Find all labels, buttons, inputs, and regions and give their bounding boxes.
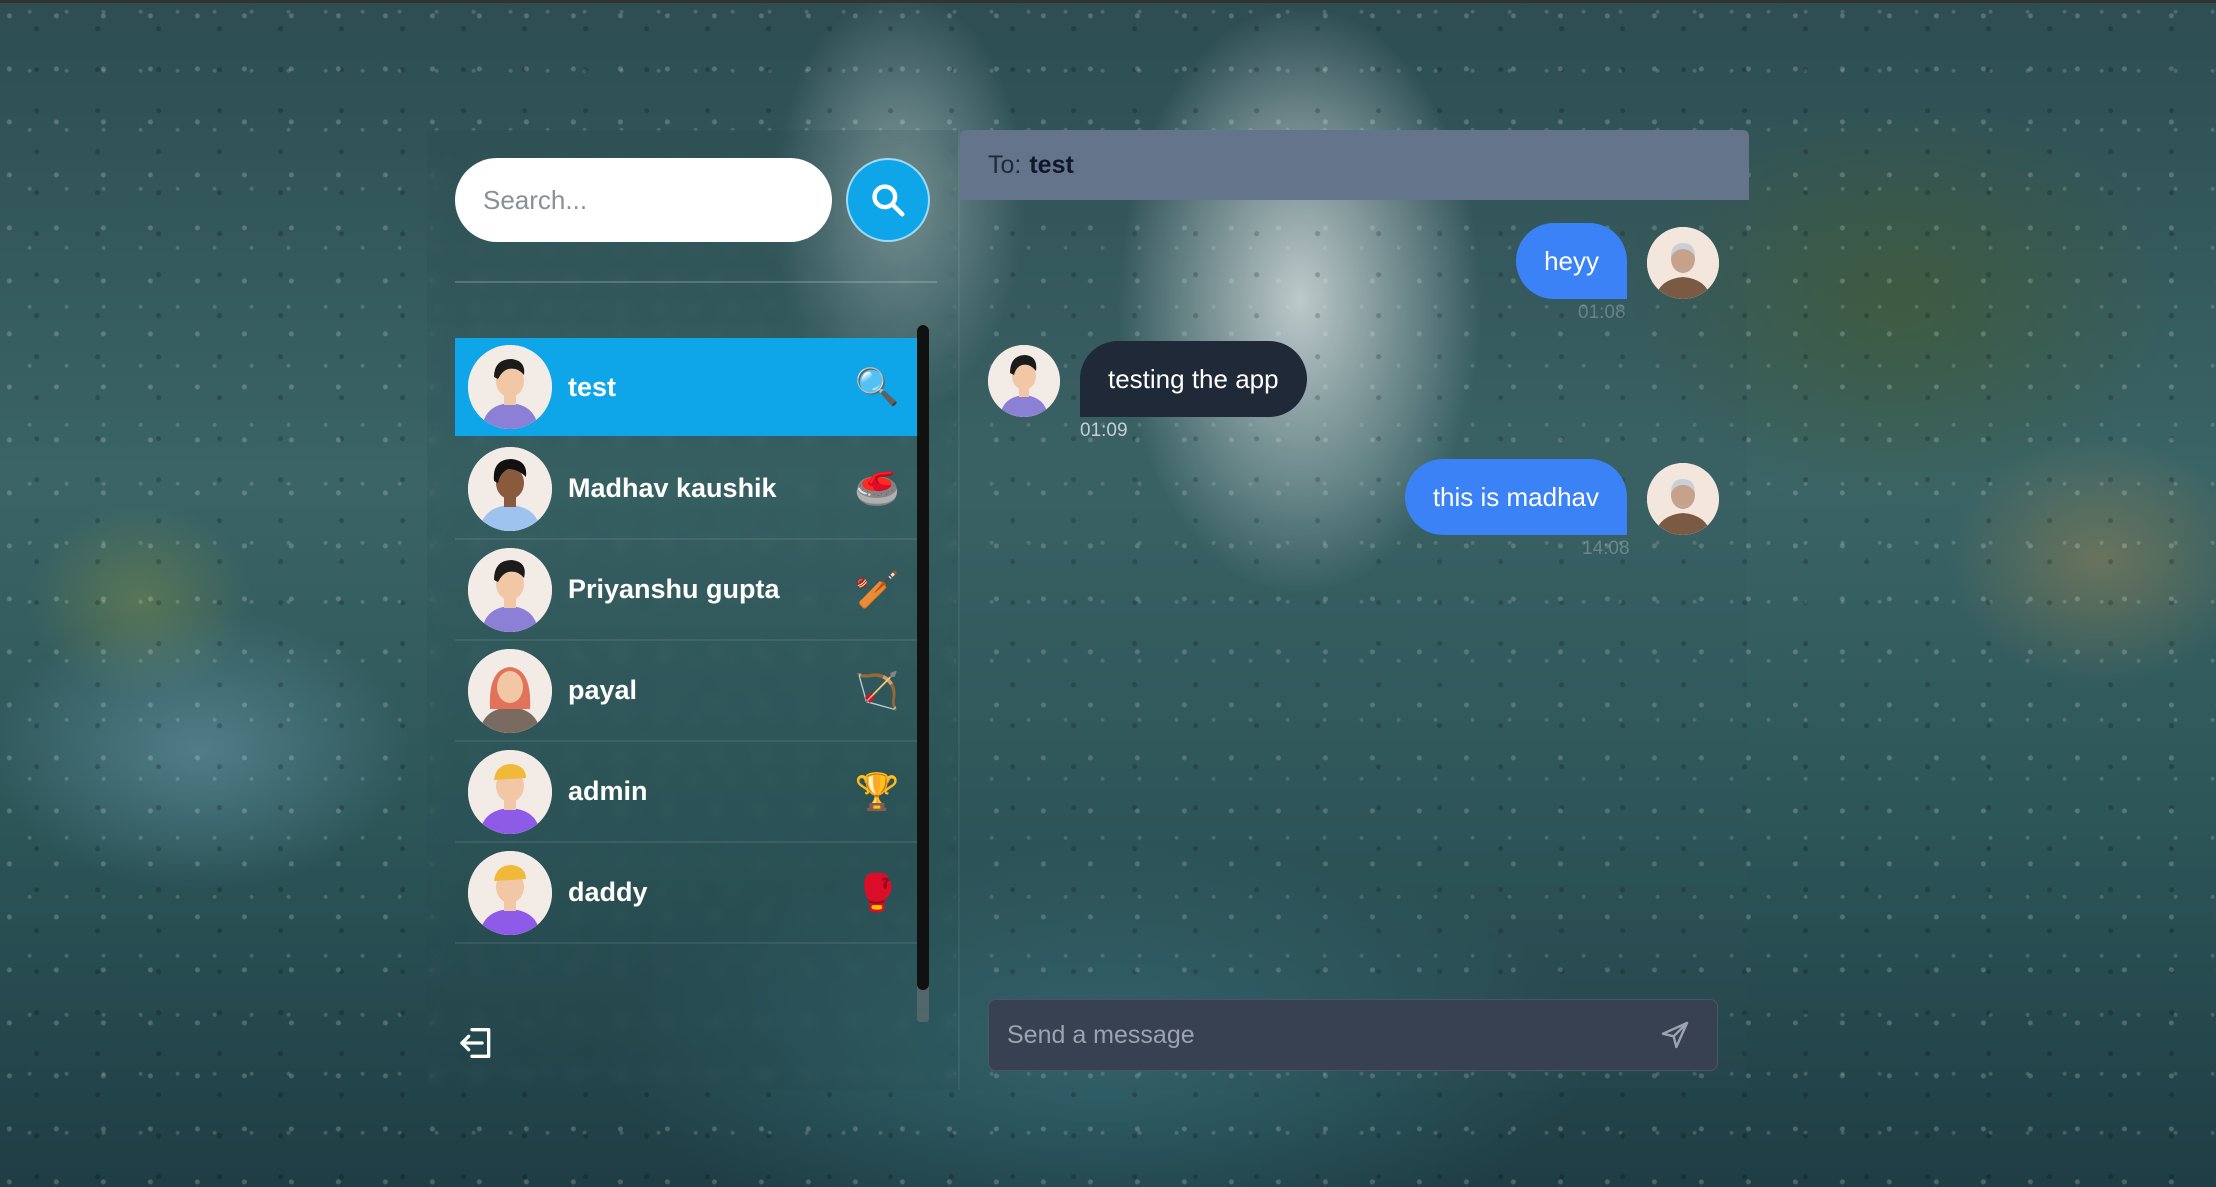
contact-emoji-icon: 🏹 [854,670,900,712]
contact-name: admin [568,776,648,806]
message-composer [988,999,1718,1071]
avatar [468,345,552,429]
contact-item[interactable]: test 🔍 [455,338,917,436]
contact-emoji-icon: 🏏 [854,569,900,611]
contact-item[interactable]: Priyanshu gupta 🏏 [455,540,917,641]
contact-emoji-icon: 🥊 [854,872,900,914]
message-bubble: heyy [1516,223,1627,299]
search-input[interactable] [455,158,832,242]
sidebar: test 🔍 Madhav kaushik 🥌 [427,130,958,1090]
message-incoming: testing the app [988,341,1307,417]
search-bar [455,158,930,242]
sidebar-divider [455,281,937,283]
avatar [1647,227,1719,299]
search-button[interactable] [846,158,930,242]
contact-name: payal [568,675,638,705]
message-input[interactable] [989,1000,1645,1070]
window-top-border [0,0,2216,3]
message-bubble: testing the app [1080,341,1307,417]
message-time: 01:09 [1080,420,1128,441]
chat-panel: To: test heyy 01:08 testing the app 01:0… [958,130,1749,1090]
contact-item[interactable]: admin 🏆 [455,742,917,843]
chat-app: test 🔍 Madhav kaushik 🥌 [427,130,1749,1090]
avatar [468,648,552,733]
avatar [468,749,552,834]
contact-name: Priyanshu gupta [568,574,780,604]
contact-item[interactable]: daddy 🥊 [455,843,917,944]
avatar [1647,463,1719,535]
scrollbar-thumb[interactable] [917,325,929,990]
recipient-label: To: [988,150,1022,179]
contact-emoji-icon: 🥌 [854,468,900,510]
contact-name: test [568,371,617,402]
message-time: 01:08 [1578,302,1626,323]
contact-name: daddy [568,877,648,907]
contact-item[interactable]: Madhav kaushik 🥌 [455,439,917,540]
contact-item[interactable]: payal 🏹 [455,641,917,742]
avatar [468,547,552,632]
contact-list-scrollbar[interactable] [917,325,929,1022]
avatar [468,850,552,935]
logout-button[interactable] [457,1023,497,1063]
contact-emoji-icon: 🏆 [854,771,900,813]
send-button[interactable] [1645,1005,1705,1065]
avatar [468,446,552,531]
message-time: 14:08 [1582,538,1630,559]
contact-emoji-icon: 🔍 [854,367,900,408]
contact-name: Madhav kaushik [568,473,777,503]
message-outgoing: heyy [1516,223,1719,299]
send-icon [1661,1021,1689,1049]
message-bubble: this is madhav [1404,459,1627,535]
recipient-name: test [1029,150,1074,179]
search-icon [872,184,905,217]
avatar [468,951,552,952]
contact-list: test 🔍 Madhav kaushik 🥌 Priyanshu gupta … [455,338,917,952]
message-outgoing: this is madhav [1404,459,1719,535]
logout-icon [460,1028,491,1058]
avatar [988,345,1060,417]
chat-header: To: test [960,130,1749,200]
contact-item[interactable]: test 🧍 [455,944,917,952]
